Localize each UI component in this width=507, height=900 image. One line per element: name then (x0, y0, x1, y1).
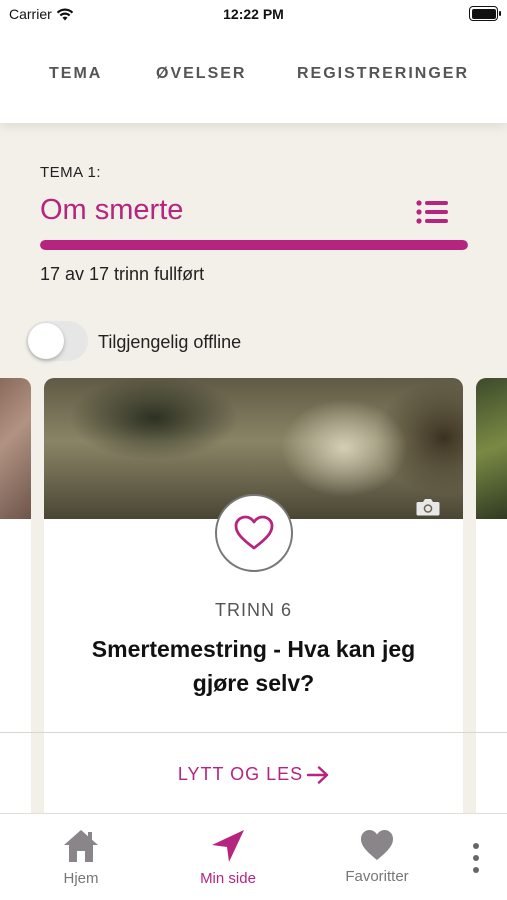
progress-fill (40, 240, 468, 250)
listen-and-read-link[interactable]: LYTT OG LES (44, 764, 463, 785)
step-number: TRINN 6 (214, 600, 292, 620)
nav-home-label: Hjem (63, 870, 99, 887)
next-step-image (476, 378, 507, 519)
previous-step-card[interactable] (0, 378, 31, 818)
battery-icon (469, 6, 501, 21)
card-divider (0, 732, 507, 733)
listen-and-read-label: LYTT OG LES (177, 764, 304, 784)
navigation-arrow-icon (212, 830, 244, 862)
list-icon[interactable] (416, 200, 448, 224)
step-card[interactable] (44, 378, 463, 818)
nav-my-page[interactable]: Min side (190, 828, 266, 887)
theme-title: Om smerte (40, 194, 184, 226)
heart-filled-icon (361, 830, 393, 860)
nav-home[interactable]: Hjem (54, 828, 108, 887)
theme-label: TEMA 1: (40, 164, 102, 181)
heart-icon (234, 515, 274, 550)
next-step-card[interactable] (476, 378, 507, 818)
step-title: Smertemestring - Hva kan jeg gjøre selv? (91, 636, 416, 696)
top-tab-bar: TEMA ØVELSER REGISTRERINGER (0, 28, 507, 123)
nav-my-page-label: Min side (200, 870, 256, 887)
bottom-nav: Hjem Min side Favoritter (0, 813, 507, 900)
progress-text: 17 av 17 trinn fullført (40, 264, 205, 284)
nav-favorites-label: Favoritter (345, 868, 409, 885)
more-vertical-icon[interactable] (471, 842, 481, 874)
status-bar: Carrier 12:22 PM (0, 0, 507, 28)
offline-label: Tilgjengelig offline (98, 332, 242, 352)
tab-ovelser[interactable]: ØVELSER (156, 65, 246, 83)
home-icon (64, 830, 98, 862)
previous-step-image (0, 378, 31, 519)
clock: 12:22 PM (223, 6, 284, 22)
favorite-button[interactable] (215, 494, 293, 572)
offline-toggle[interactable] (26, 321, 88, 361)
arrow-right-icon (307, 765, 329, 784)
toggle-knob (28, 323, 64, 359)
progress-bar (40, 240, 468, 250)
nav-favorites[interactable]: Favoritter (334, 828, 420, 885)
tab-tema[interactable]: TEMA (49, 65, 102, 83)
tab-registreringer[interactable]: REGISTRERINGER (297, 65, 469, 83)
camera-icon[interactable] (416, 498, 440, 516)
